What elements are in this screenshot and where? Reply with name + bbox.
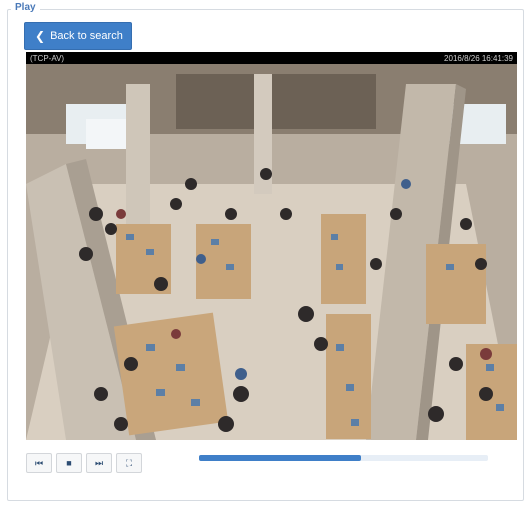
skip-next-icon: ⏭ bbox=[94, 457, 104, 468]
chevron-left-icon: ❮ bbox=[35, 29, 46, 43]
playback-progress-bar[interactable] bbox=[199, 455, 488, 461]
stop-button[interactable]: ■ bbox=[56, 453, 82, 473]
playback-controls: ⏮ ■ ⏭ ⛶ bbox=[26, 453, 142, 473]
video-stream-label: (TCP-AV) bbox=[30, 53, 65, 63]
fullscreen-icon: ⛶ bbox=[125, 457, 133, 468]
back-button-label: Back to search bbox=[50, 30, 123, 42]
panel-legend: Play bbox=[11, 2, 40, 13]
stop-icon: ■ bbox=[66, 458, 72, 468]
video-player[interactable]: (TCP-AV) 2016/8/26 16:41:39 bbox=[26, 52, 517, 440]
video-timestamp: 2016/8/26 16:41:39 bbox=[444, 53, 513, 63]
video-frame-image bbox=[26, 64, 517, 440]
back-to-search-button[interactable]: ❮ Back to search bbox=[24, 22, 132, 50]
fullscreen-button[interactable]: ⛶ bbox=[116, 453, 142, 473]
skip-previous-button[interactable]: ⏮ bbox=[26, 453, 52, 473]
skip-previous-icon: ⏮ bbox=[34, 457, 44, 468]
skip-next-button[interactable]: ⏭ bbox=[86, 453, 112, 473]
video-overlay-bar: (TCP-AV) 2016/8/26 16:41:39 bbox=[26, 52, 517, 64]
playback-progress-fill bbox=[199, 455, 361, 461]
